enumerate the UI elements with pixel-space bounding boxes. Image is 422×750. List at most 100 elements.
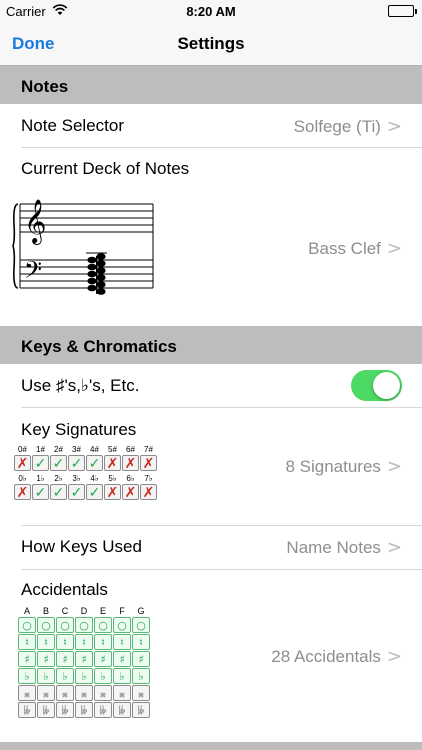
key-signatures-value: 8 Signatures bbox=[285, 456, 381, 476]
sharp-key-label: 6# bbox=[126, 445, 135, 454]
svg-text:𝄢: 𝄢 bbox=[24, 256, 42, 289]
current-deck-label: Current Deck of Notes bbox=[21, 159, 190, 178]
accidental-icon: ♮ bbox=[94, 634, 112, 650]
section-header-keys-chromatics: Keys & Chromatics bbox=[0, 326, 422, 364]
how-keys-used-value: Name Notes bbox=[286, 537, 381, 557]
accidental-icon: ♭ bbox=[56, 668, 74, 684]
note-letter-label: F bbox=[119, 606, 125, 616]
accidental-icon: ♭ bbox=[75, 668, 93, 684]
accidental-icon: 𝄫 bbox=[132, 702, 150, 718]
accidental-icon: ♮ bbox=[37, 634, 55, 650]
accidental-icon: ♮ bbox=[18, 634, 36, 650]
check-icon: ✓ bbox=[32, 455, 49, 471]
status-bar: Carrier 8:20 AM bbox=[0, 0, 422, 22]
sharp-key-label: 1# bbox=[36, 445, 45, 454]
accidental-icon: ○ bbox=[37, 617, 55, 633]
use-sharps-flats-label: Use ♯'s,♭'s, Etc. bbox=[21, 376, 140, 395]
flat-key-label: 2♭ bbox=[54, 474, 63, 483]
page-title: Settings bbox=[177, 34, 245, 53]
use-sharps-flats-toggle[interactable] bbox=[351, 370, 402, 401]
battery-icon bbox=[388, 5, 417, 17]
sharp-key-label: 3# bbox=[72, 445, 81, 454]
flat-key-label: 6♭ bbox=[126, 474, 135, 483]
accidental-icon: ♯ bbox=[37, 651, 55, 667]
cross-icon: ✗ bbox=[140, 455, 157, 471]
check-icon: ✓ bbox=[68, 455, 85, 471]
status-time: 8:20 AM bbox=[186, 4, 236, 19]
note-selector-row[interactable]: Note Selector Solfege (Ti) > bbox=[0, 104, 422, 148]
accidental-icon: ♮ bbox=[132, 634, 150, 650]
cross-icon: ✗ bbox=[104, 484, 121, 500]
note-letter-label: E bbox=[99, 606, 106, 616]
accidental-icon: ♯ bbox=[18, 651, 36, 667]
key-signatures-label: Key Signatures bbox=[21, 420, 137, 439]
accidental-icon: ♭ bbox=[113, 668, 131, 684]
current-deck-value: Bass Clef bbox=[308, 238, 381, 258]
accidental-icon: 𝄫 bbox=[113, 702, 131, 718]
accidental-icon: ○ bbox=[113, 617, 131, 633]
chevron-right-icon: > bbox=[386, 646, 402, 667]
section-header-next bbox=[0, 742, 422, 750]
accidentals-value: 28 Accidentals bbox=[271, 646, 381, 666]
section-header-notes: Notes bbox=[0, 66, 422, 104]
accidental-icon: 𝄪 bbox=[94, 685, 112, 701]
accidentals-grid: ABCDEFG ○ ○ ○ ○ ○ ○ ○ ♮ ♮ ♮ ♮ ♮ ♮ ♮ ♯ ♯ ♯ ♯ ♯ ♯ ♯ ♭ ♭ ♭ ♭ ♭ ♭ ♭ 𝄪 𝄪 𝄪 𝄪… bbox=[18, 606, 150, 719]
flat-key-label: 0♭ bbox=[18, 474, 27, 483]
accidental-icon: ♭ bbox=[18, 668, 36, 684]
check-icon: ✓ bbox=[50, 455, 67, 471]
cross-icon: ✗ bbox=[122, 484, 139, 500]
chevron-right-icon: > bbox=[386, 537, 402, 558]
cross-icon: ✗ bbox=[140, 484, 157, 500]
accidental-icon: 𝄫 bbox=[94, 702, 112, 718]
svg-text:𝄞: 𝄞 bbox=[24, 199, 46, 245]
flat-key-label: 1♭ bbox=[36, 474, 45, 483]
sharp-key-label: 4# bbox=[90, 445, 99, 454]
accidental-icon: ♭ bbox=[37, 668, 55, 684]
chevron-right-icon: > bbox=[386, 456, 402, 477]
sharp-key-label: 7# bbox=[144, 445, 153, 454]
check-icon: ✓ bbox=[50, 484, 67, 500]
note-letter-label: B bbox=[42, 606, 49, 616]
accidental-icon: ○ bbox=[132, 617, 150, 633]
sharp-key-label: 2# bbox=[54, 445, 63, 454]
note-letter-label: D bbox=[80, 606, 88, 616]
check-icon: ✓ bbox=[86, 455, 103, 471]
cross-icon: ✗ bbox=[122, 455, 139, 471]
accidental-icon: ♯ bbox=[56, 651, 74, 667]
accidental-icon: ○ bbox=[75, 617, 93, 633]
accidental-icon: ♯ bbox=[75, 651, 93, 667]
accidental-icon: 𝄪 bbox=[75, 685, 93, 701]
sharp-key-label: 0# bbox=[18, 445, 27, 454]
how-keys-used-label: How Keys Used bbox=[21, 537, 142, 556]
note-letter-label: A bbox=[23, 606, 30, 616]
flat-key-label: 5♭ bbox=[108, 474, 117, 483]
chevron-right-icon: > bbox=[386, 238, 402, 259]
check-icon: ✓ bbox=[68, 484, 85, 500]
accidental-icon: 𝄫 bbox=[18, 702, 36, 718]
bass-clef-icon: 𝄢 bbox=[24, 256, 42, 289]
cross-icon: ✗ bbox=[14, 484, 31, 500]
accidental-icon: ♮ bbox=[56, 634, 74, 650]
accidental-icon: ♮ bbox=[75, 634, 93, 650]
check-icon: ✓ bbox=[86, 484, 103, 500]
accidental-icon: ○ bbox=[56, 617, 74, 633]
chevron-right-icon: > bbox=[386, 116, 402, 137]
note-letter-label: G bbox=[137, 606, 145, 616]
key-signatures-grid: 0# 1# 2# 3# 4# 5# 6# 7# ✗ ✓ ✓ ✓ ✓ ✗ ✗ ✗ 0♭ 1♭ 2♭ 3♭ 4♭ 5♭ 6♭… bbox=[14, 444, 157, 502]
sharp-key-label: 5# bbox=[108, 445, 117, 454]
accidental-icon: 𝄪 bbox=[113, 685, 131, 701]
how-keys-used-row[interactable]: How Keys Used Name Notes > bbox=[0, 526, 422, 570]
accidental-icon: ♭ bbox=[132, 668, 150, 684]
accidental-icon: 𝄪 bbox=[37, 685, 55, 701]
flat-key-label: 4♭ bbox=[90, 474, 99, 483]
use-sharps-flats-row: Use ♯'s,♭'s, Etc. bbox=[0, 364, 422, 408]
cross-icon: ✗ bbox=[104, 455, 121, 471]
accidental-icon: ○ bbox=[18, 617, 36, 633]
navigation-bar: Done Settings bbox=[0, 22, 422, 66]
note-selector-label: Note Selector bbox=[21, 116, 124, 135]
accidental-icon: ○ bbox=[94, 617, 112, 633]
accidental-icon: 𝄪 bbox=[132, 685, 150, 701]
accidentals-label: Accidentals bbox=[21, 580, 108, 599]
accidental-icon: ♭ bbox=[94, 668, 112, 684]
accidental-icon: 𝄫 bbox=[56, 702, 74, 718]
